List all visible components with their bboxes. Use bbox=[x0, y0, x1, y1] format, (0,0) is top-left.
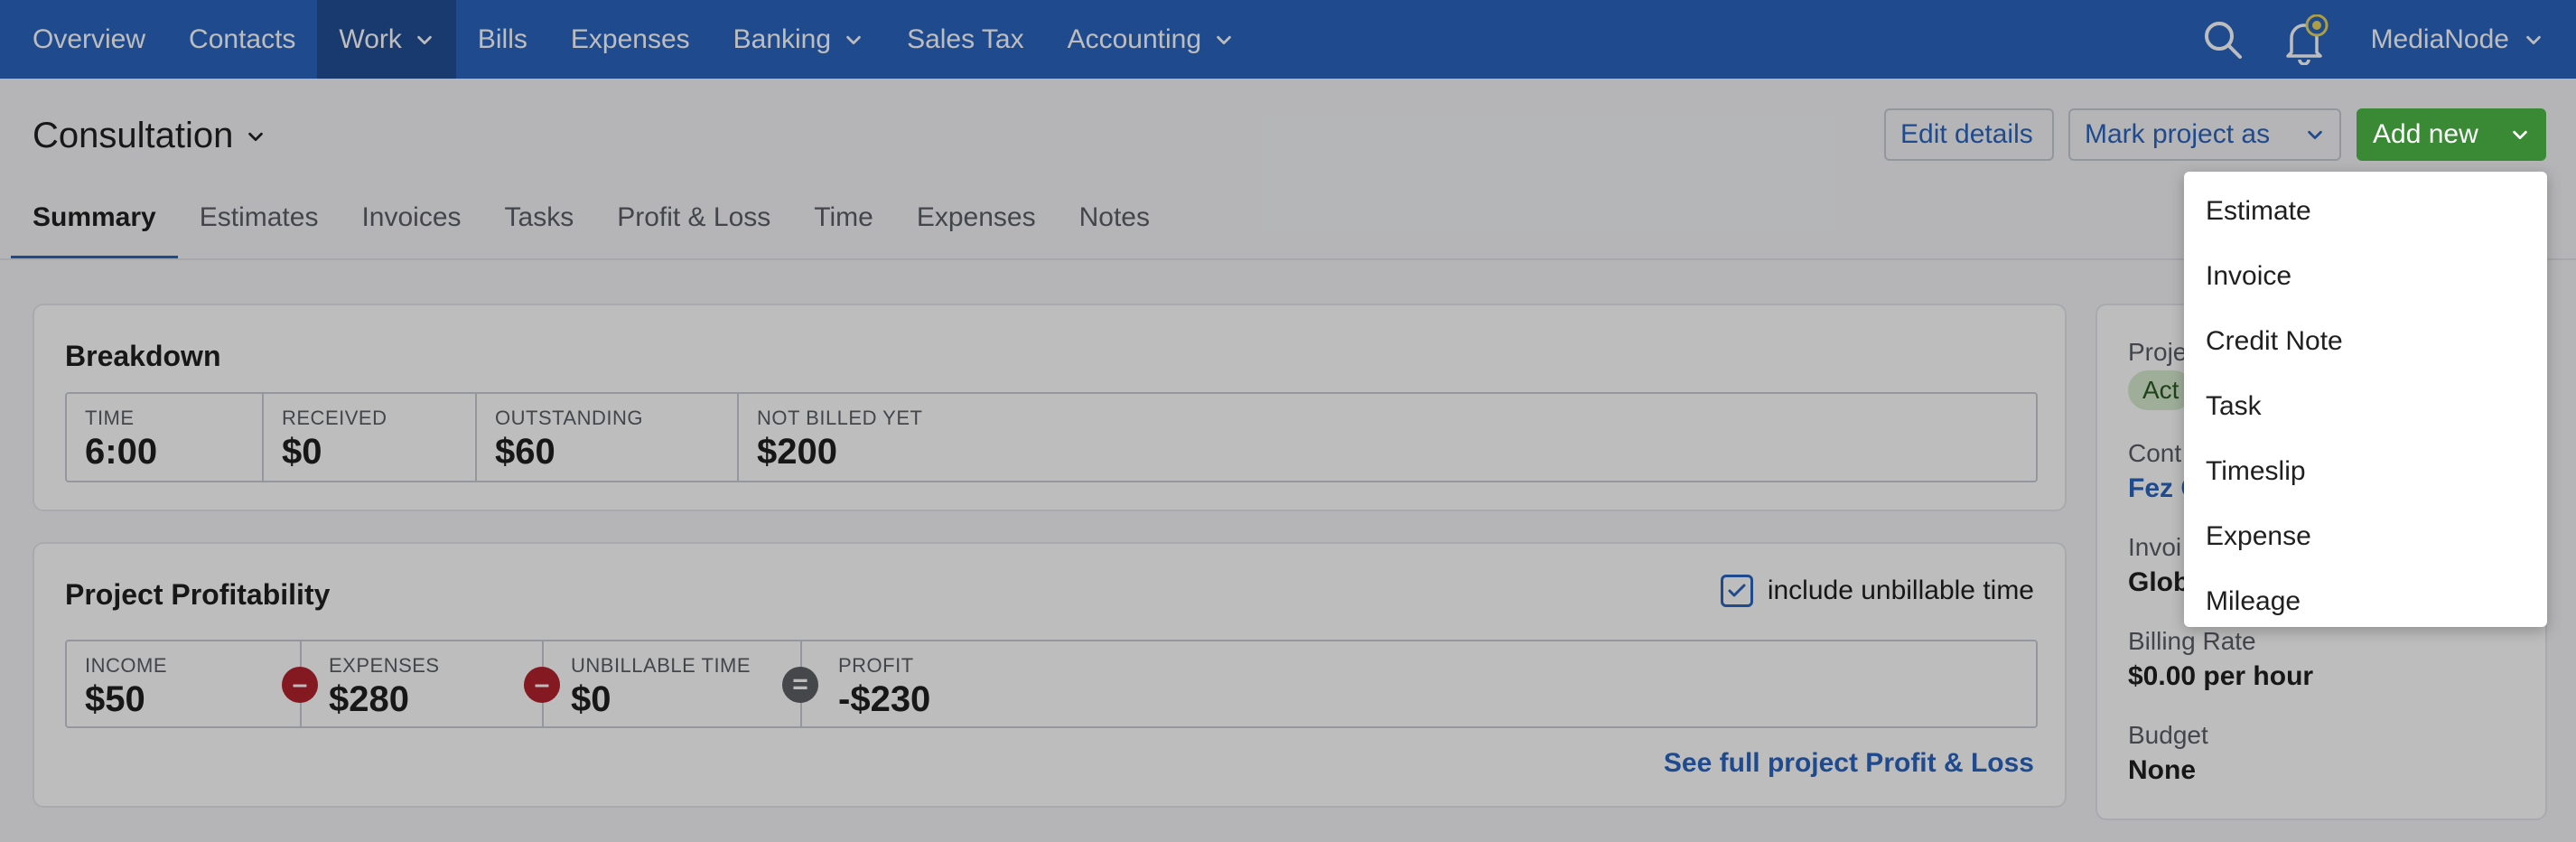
add-new-menu: Estimate Invoice Credit Note Task Timesl… bbox=[2184, 172, 2547, 627]
menu-item-mileage[interactable]: Mileage bbox=[2191, 569, 2540, 634]
menu-item-task[interactable]: Task bbox=[2191, 374, 2540, 439]
menu-item-invoice[interactable]: Invoice bbox=[2191, 244, 2540, 309]
menu-item-expense[interactable]: Expense bbox=[2191, 504, 2540, 569]
chevron-down-icon bbox=[2513, 130, 2527, 140]
menu-item-credit-note[interactable]: Credit Note bbox=[2191, 309, 2540, 374]
menu-item-timeslip[interactable]: Timeslip bbox=[2191, 439, 2540, 504]
add-new-button[interactable]: Add new bbox=[2357, 108, 2546, 161]
menu-item-estimate[interactable]: Estimate bbox=[2191, 179, 2540, 244]
add-new-label: Add new bbox=[2373, 119, 2478, 149]
